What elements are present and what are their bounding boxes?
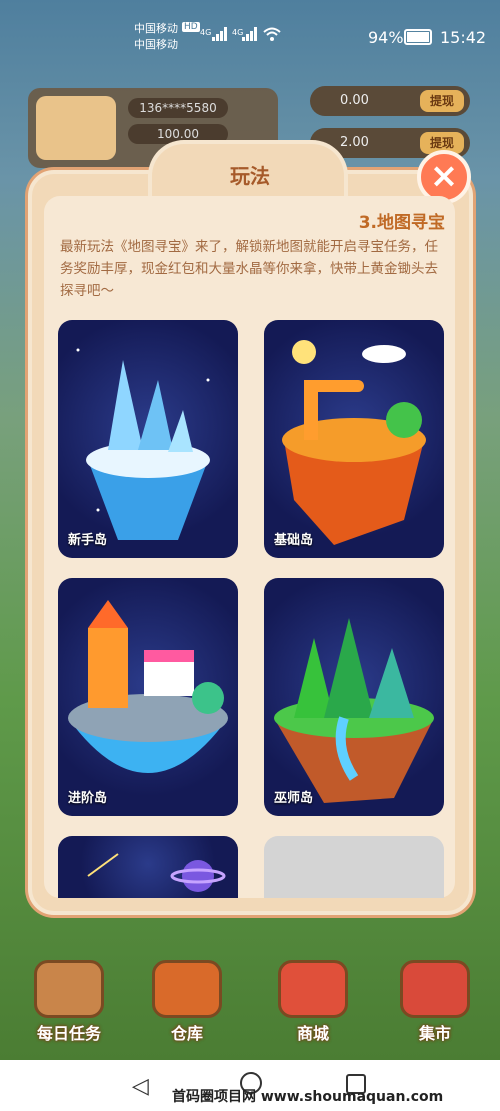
island-card-basic[interactable]: 基础岛 xyxy=(264,320,444,558)
desert-island-icon xyxy=(282,340,426,545)
withdraw-button[interactable]: 提现 xyxy=(420,90,464,112)
status-bar: 中国移动 中国移动 HD 4G 4G 94% 15:42 xyxy=(0,0,500,66)
section-title: 3.地图寻宝 xyxy=(358,213,445,233)
avatar[interactable] xyxy=(36,96,116,160)
carrier-label: 中国移动 xyxy=(134,22,178,35)
wifi-icon xyxy=(262,26,282,42)
hd-badge: HD xyxy=(182,22,200,32)
island-label: 进阶岛 xyxy=(68,791,108,806)
clock: 15:42 xyxy=(440,28,487,47)
cash-balance-pill: 0.00 提现 xyxy=(310,86,470,116)
crystal-balance: 2.00 xyxy=(340,135,369,150)
dock-label: 每日任务 xyxy=(36,1024,101,1043)
cash-balance: 0.00 xyxy=(340,93,369,108)
dock-item-warehouse[interactable]: 仓库 xyxy=(144,960,230,1050)
battery-percentage: 94% xyxy=(368,28,404,47)
island-card-locked xyxy=(264,836,444,898)
dock-label: 集市 xyxy=(418,1024,451,1043)
dock-item-market[interactable]: 集市 xyxy=(392,960,478,1050)
shop-island-icon xyxy=(68,600,228,773)
player-phone: 136****5580 xyxy=(128,98,228,118)
island-label: 基础岛 xyxy=(274,533,314,548)
island-card-advanced[interactable]: 进阶岛 xyxy=(58,578,238,816)
forest-island-icon xyxy=(274,618,434,803)
signal-icon-2 xyxy=(242,27,258,41)
dock-label: 仓库 xyxy=(170,1024,203,1043)
close-icon: × xyxy=(429,156,459,196)
back-icon[interactable]: ◁ xyxy=(132,1074,149,1099)
watermark: 首码圈项目网 www.shoumaquan.com xyxy=(172,1089,444,1105)
market-icon xyxy=(400,960,470,1018)
island-card-space[interactable] xyxy=(58,836,238,898)
dock-item-shop[interactable]: 商城 xyxy=(270,960,356,1050)
shop-icon xyxy=(278,960,348,1018)
island-label: 新手岛 xyxy=(68,533,108,548)
island-card-wizard[interactable]: 巫师岛 xyxy=(264,578,444,816)
network-label: 4G xyxy=(200,28,212,37)
modal-title: 玩法 xyxy=(230,164,270,188)
barn-icon xyxy=(152,960,222,1018)
ice-island-icon xyxy=(76,348,210,540)
section-description: 最新玩法《地图寻宝》来了，解锁新地图就能开启寻宝任务，任务奖励丰厚，现金红包和大… xyxy=(60,239,438,299)
island-card-beginner[interactable]: 新手岛 xyxy=(58,320,238,558)
carrier-label-secondary: 中国移动 xyxy=(134,38,178,51)
signal-icon xyxy=(212,27,228,41)
dock-item-daily-tasks[interactable]: 每日任务 xyxy=(26,960,112,1050)
dock-label: 商城 xyxy=(296,1024,329,1043)
battery-icon xyxy=(404,29,432,45)
planet-island-icon xyxy=(87,853,226,892)
island-label: 巫师岛 xyxy=(274,791,314,806)
task-book-icon xyxy=(34,960,104,1018)
